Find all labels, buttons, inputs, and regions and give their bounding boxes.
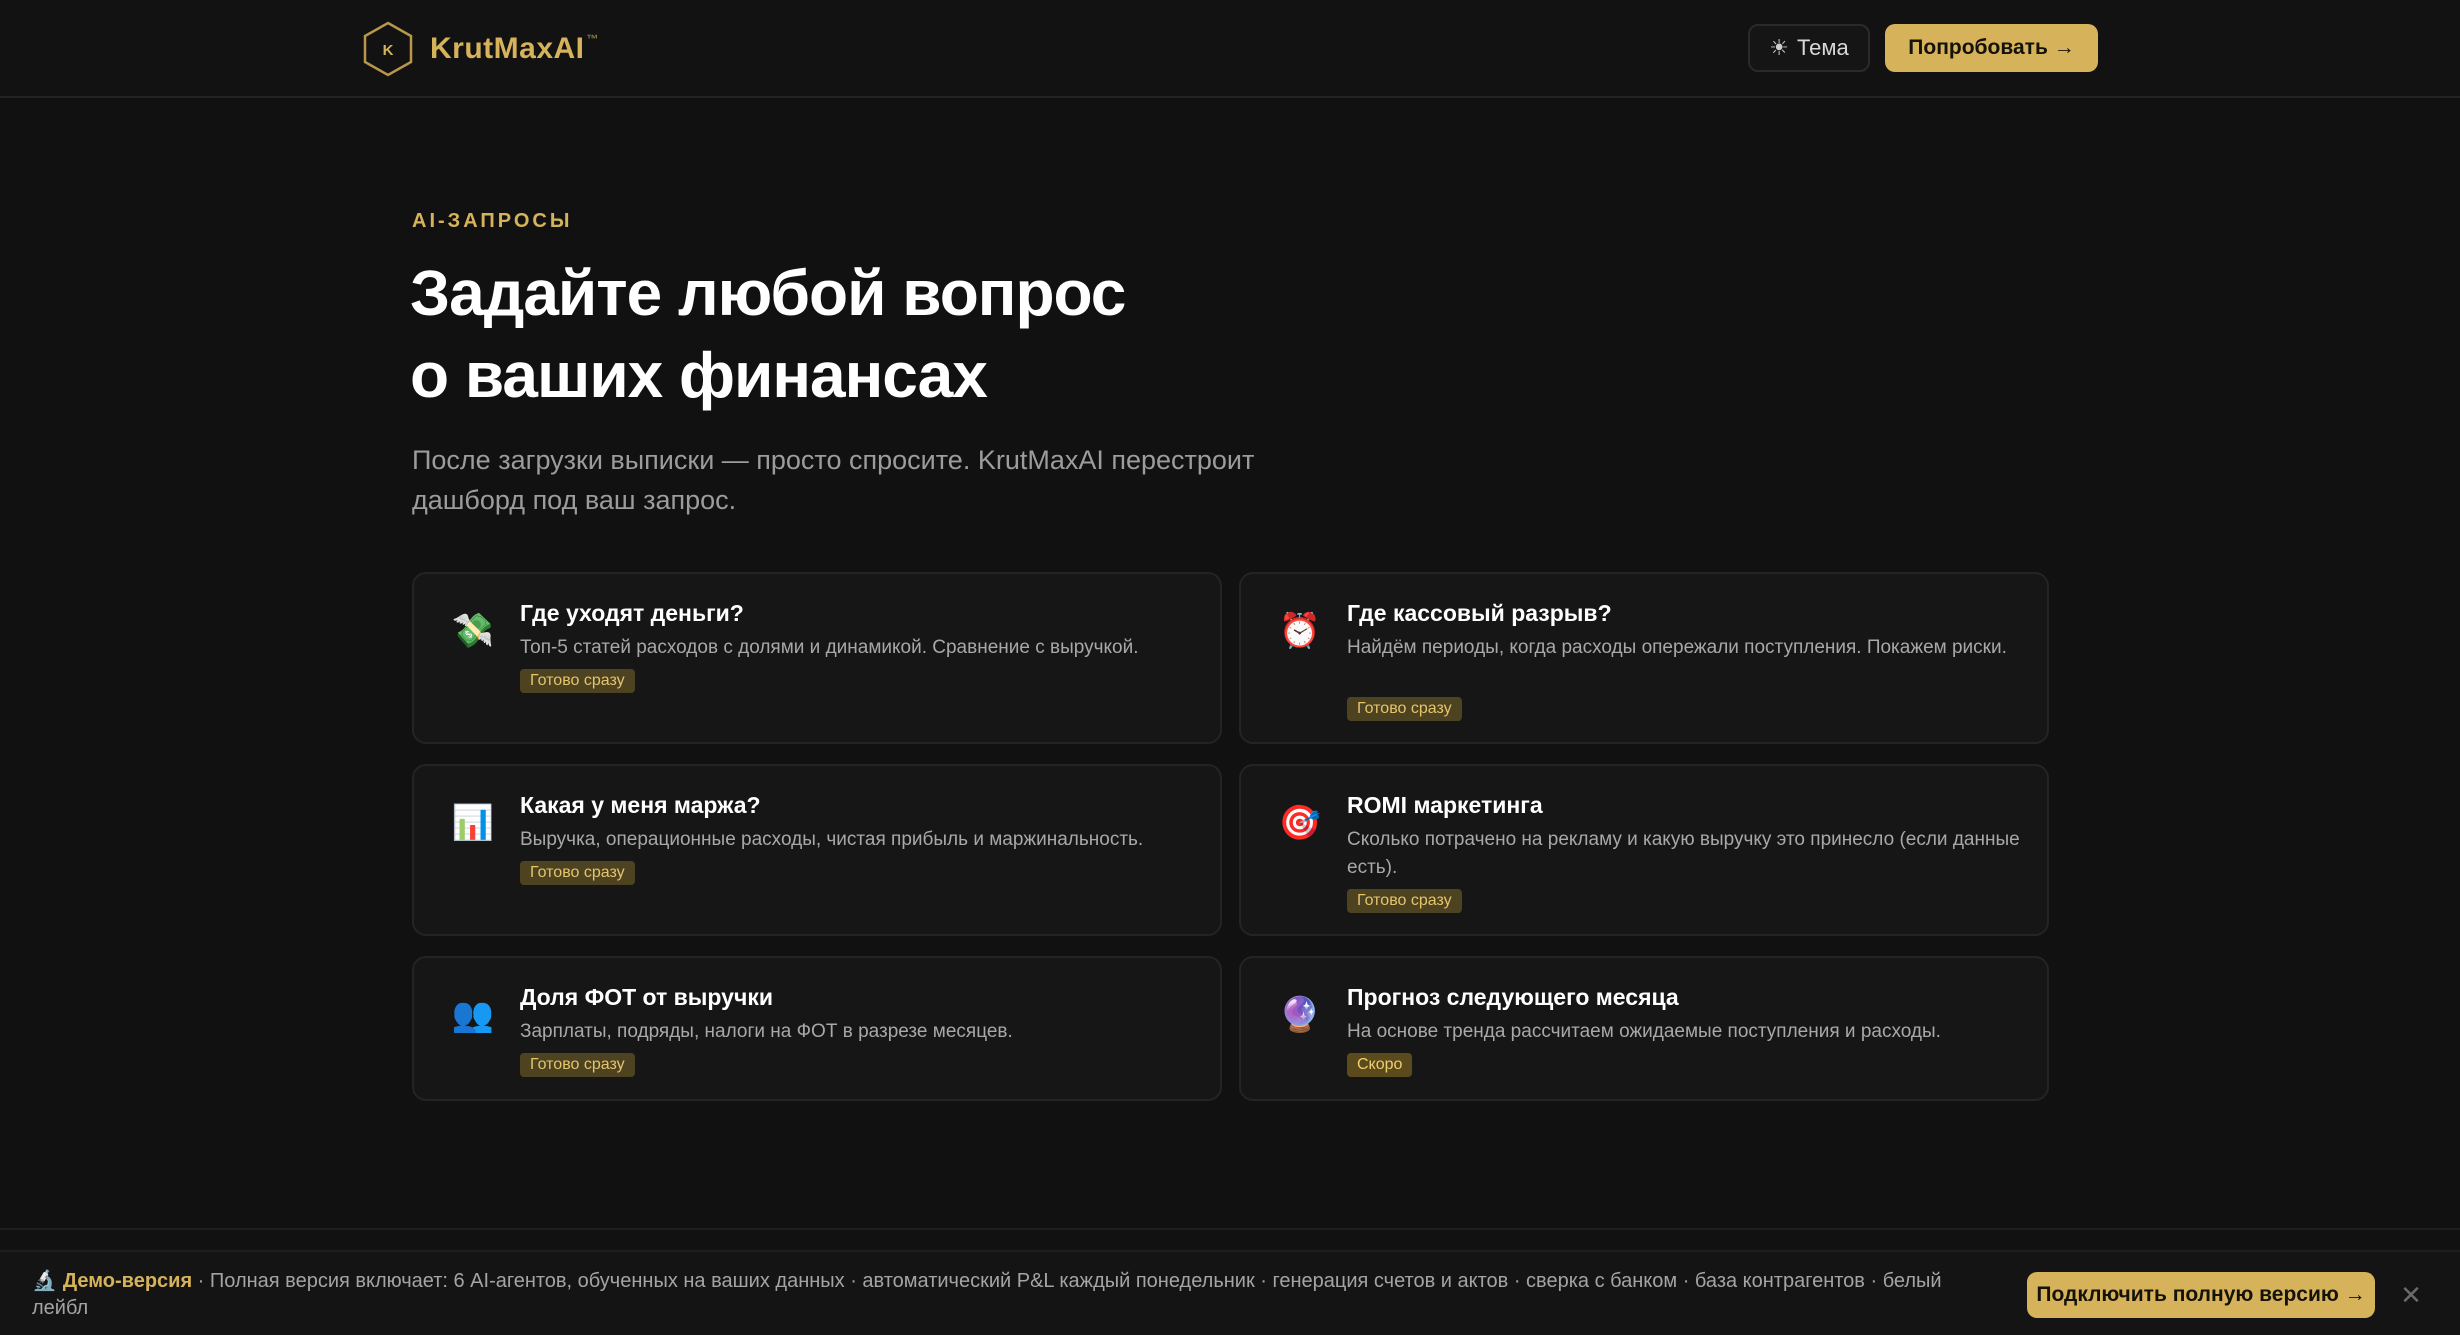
microscope-icon: 🔬 [32, 1270, 57, 1292]
card-description: Сколько потрачено на рекламу и какую выр… [1347, 829, 2020, 878]
status-badge: Готово сразу [520, 861, 635, 885]
sun-icon: ☀ [1769, 35, 1789, 60]
demo-description: · Полная версия включает: 6 AI-агентов, … [32, 1270, 1942, 1319]
status-badge: Скоро [1347, 1053, 1413, 1077]
bar-chart-icon: 📊 [451, 804, 495, 842]
question-card-forecast[interactable]: 🔮 Прогноз следующего месяца На основе тр… [1239, 956, 2049, 1101]
status-badge: Готово сразу [1347, 889, 1462, 913]
connect-full-version-button[interactable]: Подключить полную версию → [2027, 1272, 2375, 1318]
demo-banner: 🔬 Демо-версия · Полная версия включает: 6… [0, 1250, 2460, 1335]
question-card-cash-gap[interactable]: ⏰ Где кассовый разрыв? Найдём периоды, к… [1239, 572, 2049, 744]
demo-banner-text: 🔬 Демо-версия · Полная версия включает: 6… [32, 1268, 1992, 1322]
card-description: Найдём периоды, когда расходы опережали … [1347, 637, 2007, 658]
logo-text: KrutMaxAI ™ [430, 32, 600, 65]
section-divider [0, 1228, 2460, 1230]
card-title: Доля ФОТ от выручки [520, 984, 773, 1010]
card-description: Зарплаты, подряды, налоги на ФОТ в разре… [520, 1021, 1013, 1042]
question-card-margin[interactable]: 📊 Какая у меня маржа? Выручка, операцион… [412, 764, 1222, 936]
crystal-ball-icon: 🔮 [1278, 996, 1322, 1034]
logo[interactable]: K KrutMaxAI ™ [362, 20, 599, 78]
top-navbar: K KrutMaxAI ™ ☀ Тема Попробовать → [0, 0, 2460, 98]
theme-toggle-button[interactable]: ☀ Тема [1748, 24, 1870, 72]
target-icon: 🎯 [1278, 804, 1322, 842]
try-button[interactable]: Попробовать → [1885, 24, 2098, 72]
alarm-clock-icon: ⏰ [1278, 612, 1322, 650]
card-title: Где уходят деньги? [520, 600, 744, 626]
theme-toggle-label: Тема [1796, 35, 1849, 60]
logo-mark: K [383, 42, 394, 59]
question-card-payroll-share[interactable]: 👥 Доля ФОТ от выручки Зарплаты, подряды,… [412, 956, 1222, 1101]
question-card-romi[interactable]: 🎯 ROMI маркетинга Сколько потрачено на р… [1239, 764, 2049, 936]
logo-hexagon-icon: K [363, 21, 413, 77]
card-title: Какая у меня маржа? [520, 792, 761, 818]
status-badge: Готово сразу [1347, 697, 1462, 721]
page-subtitle: После загрузки выписки — просто спросите… [412, 445, 1255, 515]
card-description: Топ-5 статей расходов с долями и динамик… [520, 637, 1139, 658]
status-badge: Готово сразу [520, 669, 635, 693]
card-title: Где кассовый разрыв? [1347, 600, 1612, 626]
page-title-line-2: о ваших финансах [410, 339, 988, 411]
status-badge: Готово сразу [520, 1053, 635, 1077]
demo-label: Демо-версия [62, 1270, 193, 1292]
page-title-line-1: Задайте любой вопрос [410, 257, 1126, 329]
page-title: Задайте любой вопрос о ваших финансах [410, 252, 1410, 416]
card-title: ROMI маркетинга [1347, 792, 1543, 818]
card-description: Выручка, операционные расходы, чистая пр… [520, 829, 1144, 850]
people-icon: 👥 [451, 996, 495, 1034]
card-title: Прогноз следующего месяца [1347, 984, 1679, 1010]
question-card-money-outflow[interactable]: 💸 Где уходят деньги? Топ-5 статей расход… [412, 572, 1222, 744]
card-description: На основе тренда рассчитаем ожидаемые по… [1347, 1021, 1941, 1042]
money-with-wings-icon: 💸 [451, 612, 495, 650]
section-eyebrow: AI-ЗАПРОСЫ [412, 210, 573, 232]
close-icon[interactable]: ✕ [2396, 1280, 2426, 1310]
